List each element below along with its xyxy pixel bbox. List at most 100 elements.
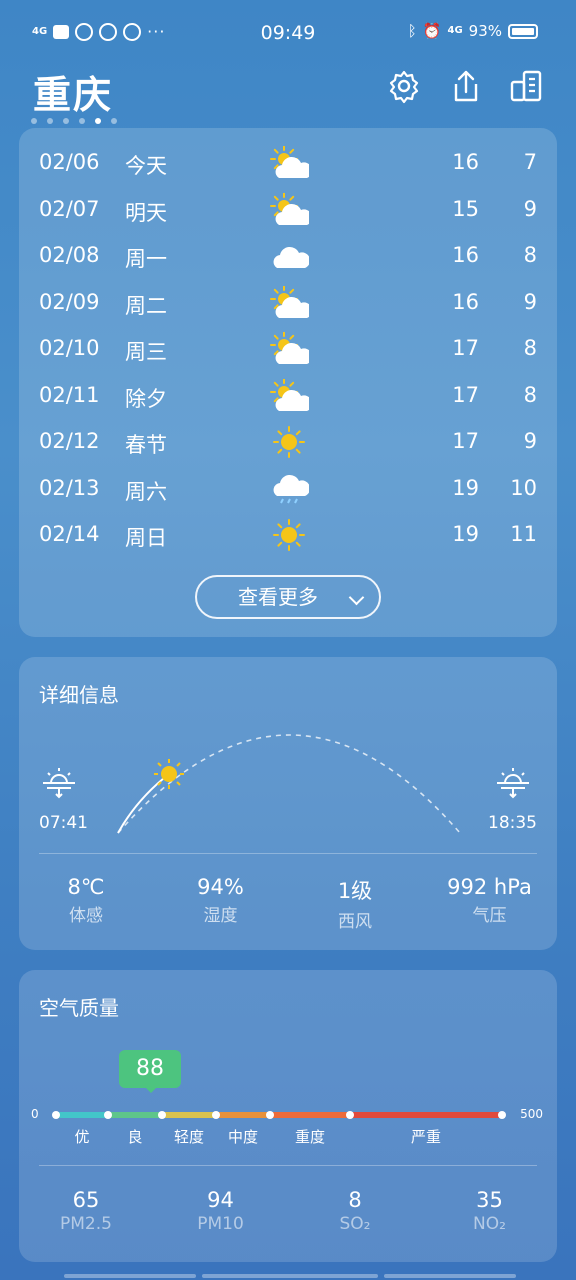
stat-label: 湿度: [203, 906, 238, 926]
stat-value: 94%: [197, 875, 244, 899]
forecast-row[interactable]: 02/07 明天 15 9: [19, 189, 557, 235]
forecast-high: 16: [452, 243, 479, 267]
forecast-day: 周日: [125, 526, 167, 550]
details-card: 详细信息 07:41 18:35 8℃ 体感 94% 湿度 1级 西风 992 …: [19, 657, 557, 950]
forecast-row[interactable]: 02/08 周一 16 8: [19, 235, 557, 281]
pollutant-label: NO₂: [473, 1214, 506, 1234]
pollutant-item: 65 PM2.5: [19, 1188, 153, 1234]
forecast-day: 今天: [125, 154, 167, 178]
aqi-scale-bar: [56, 1112, 502, 1118]
page-indicator: [31, 118, 117, 124]
pollutant-value: 65: [72, 1188, 100, 1212]
forecast-row[interactable]: 02/13 周六 19 10: [19, 468, 557, 514]
forecast-low: 8: [523, 243, 537, 267]
aqi-badge-pointer: [145, 1087, 157, 1093]
air-quality-title: 空气质量: [39, 996, 119, 1020]
forecast-low: 9: [523, 429, 537, 453]
pollutant-label: PM10: [197, 1214, 244, 1234]
forecast-date: 02/07: [39, 196, 100, 221]
aqi-scale-min: 0: [31, 1107, 39, 1121]
forecast-low: 10: [510, 475, 537, 500]
share-icon[interactable]: [448, 68, 484, 104]
pollutant-item: 35 NO₂: [423, 1188, 557, 1234]
aqi-value-badge: 88: [119, 1050, 181, 1088]
page-dot: [63, 118, 69, 124]
forecast-date: 02/08: [39, 243, 100, 267]
forecast-high: 15: [452, 196, 479, 221]
forecast-date: 02/11: [39, 382, 100, 407]
city-title[interactable]: 重庆: [33, 64, 113, 119]
bluetooth-icon: ᛒ: [407, 22, 417, 40]
battery-icon: [508, 23, 538, 39]
aqi-scale-tick: [52, 1111, 60, 1119]
forecast-row[interactable]: 02/14 周日 19 11: [19, 514, 557, 560]
stat-label: 体感: [69, 906, 103, 926]
city-manage-icon[interactable]: [508, 68, 544, 104]
card-peek: [202, 1274, 378, 1278]
forecast-low: 9: [523, 196, 537, 221]
detail-stat: 94% 湿度: [154, 875, 288, 926]
signal-icon: 4G: [447, 25, 463, 36]
forecast-day: 周三: [125, 340, 167, 364]
aqi-scale-tick: [346, 1111, 354, 1119]
aqi-segment: [56, 1112, 108, 1118]
sunrise-time: 07:41: [39, 813, 88, 833]
forecast-date: 02/14: [39, 522, 100, 546]
aqi-segment: [216, 1112, 270, 1118]
forecast-row[interactable]: 02/06 今天 16 7: [19, 142, 557, 188]
stat-label: 西风: [338, 912, 372, 932]
partly-cloudy-icon: [270, 285, 309, 318]
forecast-row[interactable]: 02/12 春节 17 9: [19, 421, 557, 467]
sunny-icon: [273, 426, 305, 458]
detail-stat: 1级 西风: [288, 875, 422, 932]
forecast-row[interactable]: 02/10 周三 17 8: [19, 328, 557, 374]
pollutant-item: 8 SO₂: [288, 1188, 422, 1234]
detail-stat: 992 hPa 气压: [423, 875, 557, 926]
status-bar: 4G ··· 09:49 ᛒ ⏰ 4G 93%: [0, 0, 576, 68]
forecast-row[interactable]: 02/09 周二 16 9: [19, 282, 557, 328]
view-more-label: 查看更多: [238, 585, 318, 609]
aqi-level-label: 良: [127, 1128, 143, 1146]
forecast-high: 17: [452, 429, 479, 453]
sun-arc: [43, 734, 529, 834]
aqi-level-label: 重度: [294, 1128, 325, 1146]
aqi-level-label: 优: [74, 1128, 90, 1146]
forecast-date: 02/09: [39, 289, 100, 314]
aqi-segment: [350, 1112, 502, 1118]
partly-cloudy-icon: [270, 332, 309, 364]
aqi-scale-max: 500: [520, 1107, 543, 1121]
pollutant-value: 35: [476, 1188, 503, 1212]
divider: [39, 853, 537, 854]
sunrise-icon: [43, 768, 75, 799]
detail-stat: 8℃ 体感: [19, 875, 153, 926]
sunset-time: 18:35: [488, 813, 537, 833]
view-more-button[interactable]: 查看更多: [195, 575, 381, 619]
light-rain-icon: [273, 474, 309, 503]
pollutant-label: PM2.5: [60, 1214, 112, 1234]
forecast-card: 02/06 今天 16 7 02/07 明天 15 9 02/08 周一 16 8 02/09 周二 16 9…: [19, 128, 557, 637]
forecast-day: 除夕: [125, 386, 167, 411]
details-title: 详细信息: [39, 683, 119, 707]
forecast-high: 16: [452, 289, 479, 314]
aqi-level-label: 轻度: [173, 1128, 204, 1146]
pollutant-item: 94 PM10: [154, 1188, 288, 1234]
forecast-row[interactable]: 02/11 除夕 17 8: [19, 375, 557, 421]
forecast-day: 周一: [125, 247, 167, 271]
stat-label: 气压: [472, 906, 507, 926]
forecast-high: 19: [452, 475, 479, 500]
sunset-icon: [497, 768, 529, 799]
card-peek: [64, 1274, 196, 1278]
aqi-segment: [108, 1112, 162, 1118]
aqi-scale-tick: [158, 1111, 166, 1119]
pollutant-value: 8: [348, 1188, 362, 1212]
forecast-high: 19: [452, 522, 479, 546]
forecast-low: 8: [523, 382, 537, 407]
aqi-level-label: 中度: [227, 1128, 258, 1146]
page-dot-active: [95, 118, 101, 124]
forecast-day: 周二: [125, 293, 167, 318]
forecast-low: 7: [523, 150, 537, 174]
forecast-day: 明天: [125, 200, 167, 225]
gear-icon[interactable]: [386, 68, 422, 104]
forecast-high: 17: [452, 382, 479, 407]
partly-cloudy-icon: [270, 192, 309, 225]
